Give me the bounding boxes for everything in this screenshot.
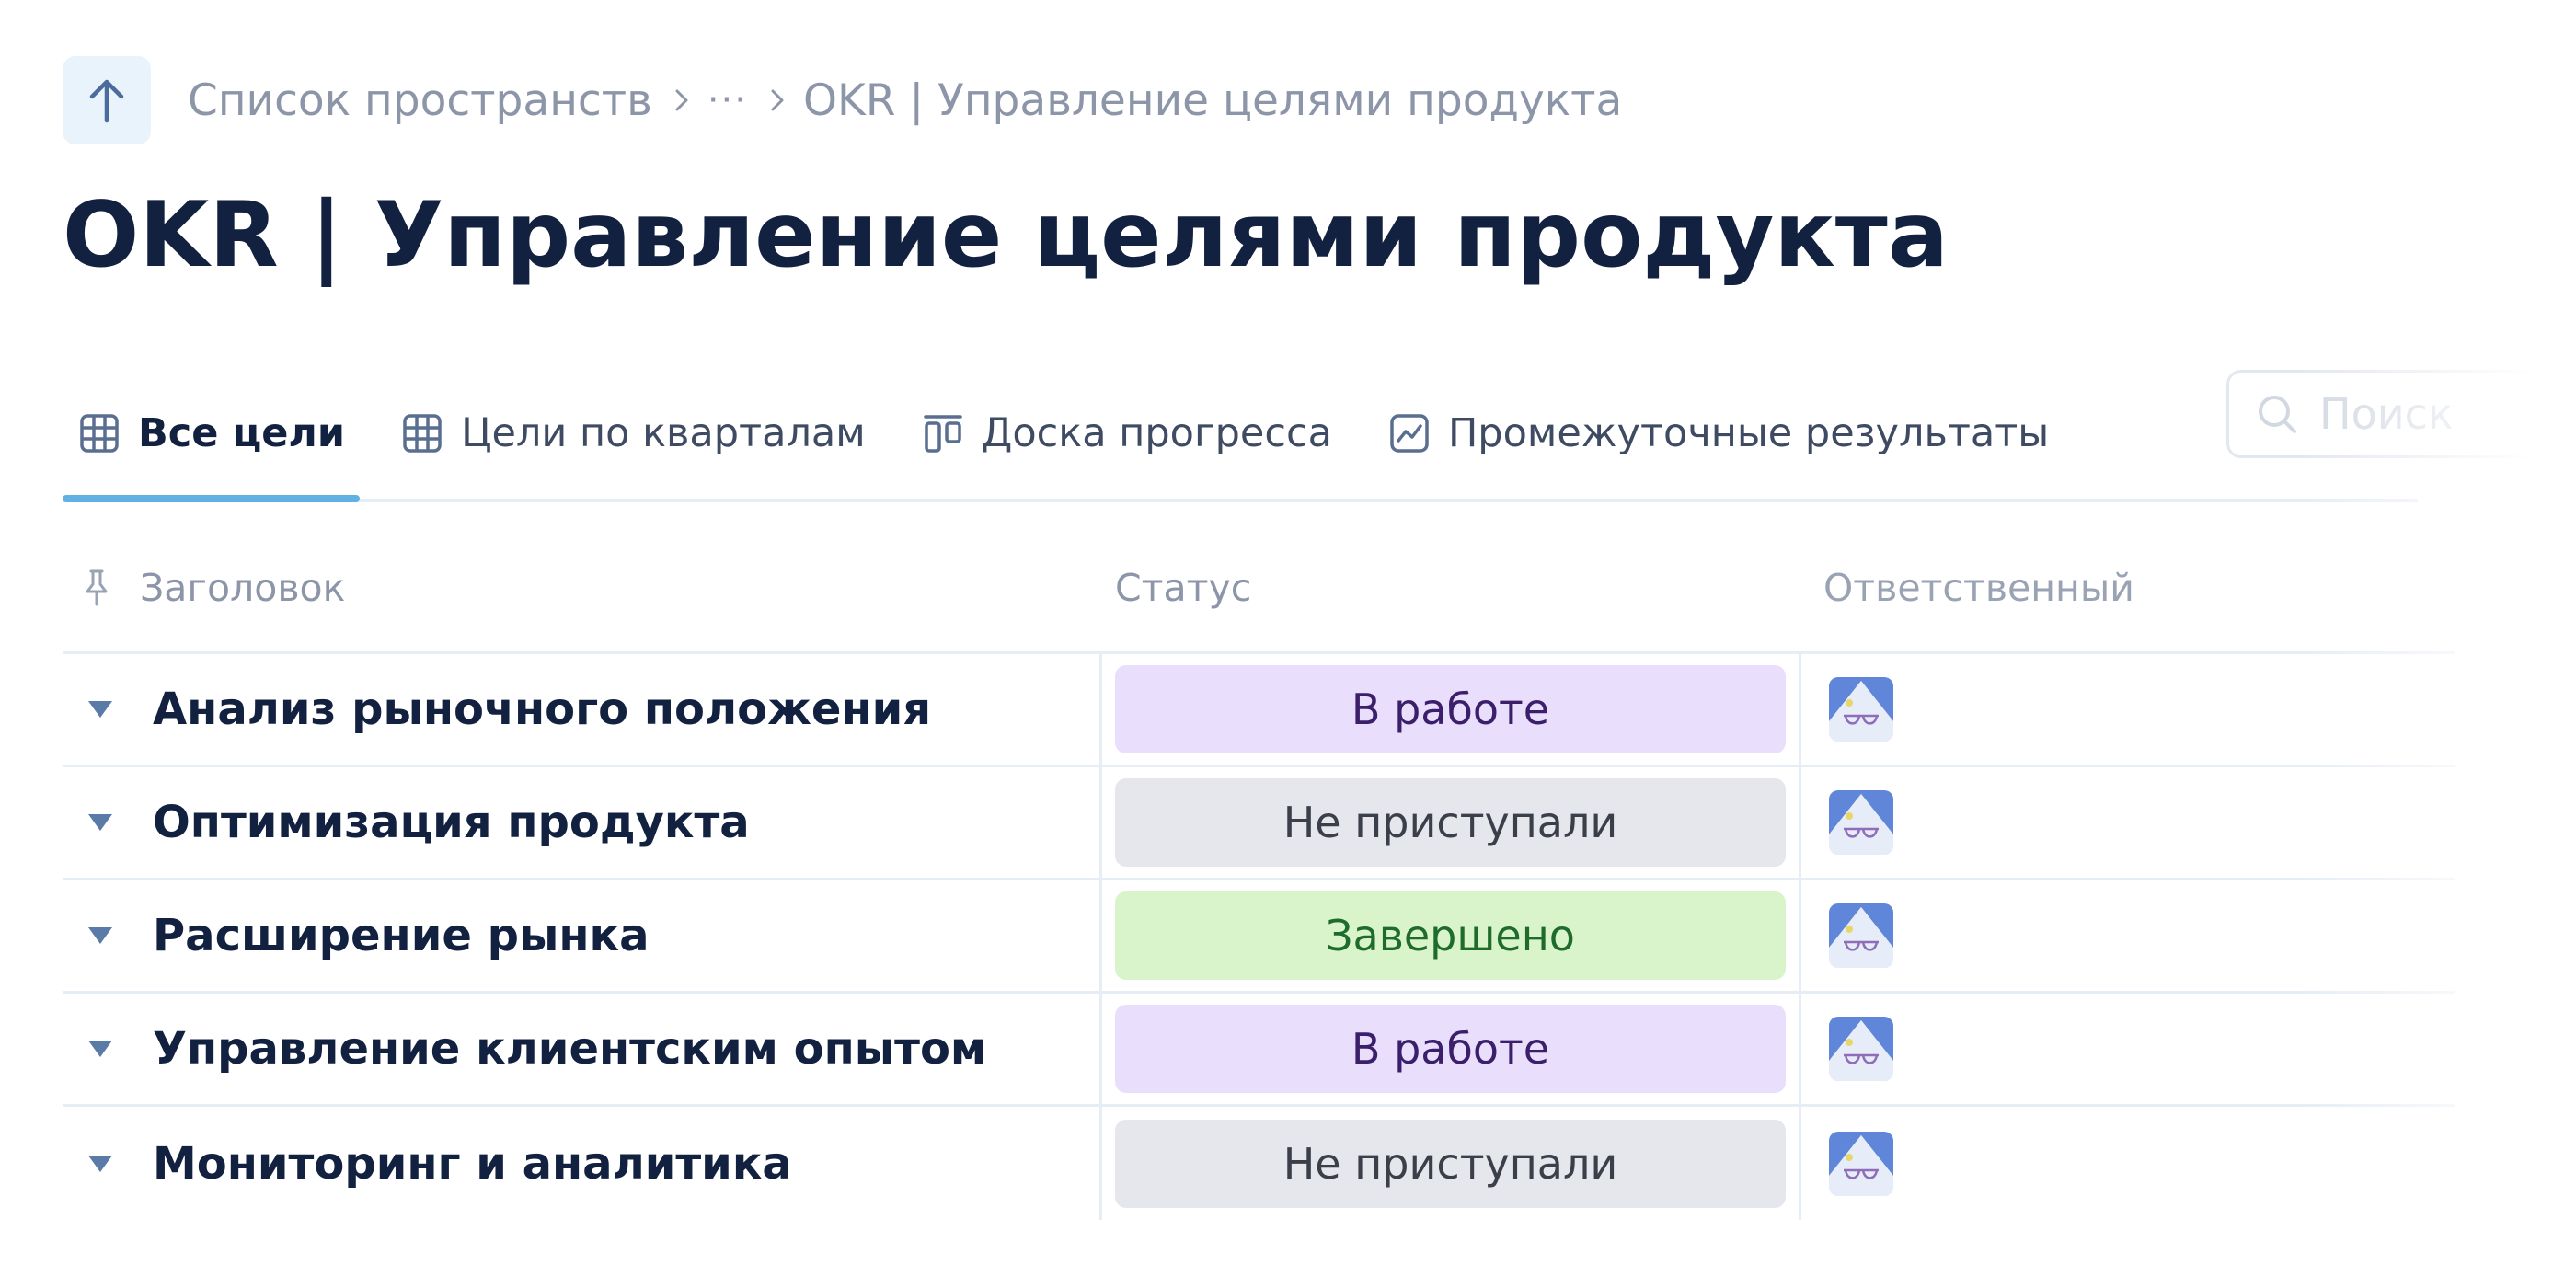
caret-down-icon[interactable] [85,807,116,838]
goals-table: Заголовок Статус Ответственный Анализ ры… [63,524,2455,1220]
caret-down-icon[interactable] [85,1033,116,1064]
arrow-up-icon [89,79,124,123]
status-cell: В работе [1102,654,1801,765]
status-cell: Не приступали [1102,767,1801,878]
page: Список пространств ··· OKR | Управление … [0,0,2576,1288]
search-box[interactable] [2226,370,2576,458]
column-header-owner[interactable]: Ответственный [1801,566,2445,610]
breadcrumb-item-current[interactable]: OKR | Управление целями продукта [803,75,1622,126]
column-header-label: Статус [1115,566,1252,610]
table-icon [79,413,120,454]
title-cell: Анализ рыночного положения [63,654,1102,765]
breadcrumb-ellipsis[interactable]: ··· [707,79,748,121]
status-badge[interactable]: Не приступали [1115,778,1786,867]
owner-cell [1801,767,2445,878]
breadcrumb: Список пространств ··· OKR | Управление … [63,55,1622,145]
column-header-label: Ответственный [1823,566,2134,610]
search-input[interactable] [2317,388,2560,440]
row-title[interactable]: Расширение рынка [153,910,650,961]
caret-down-icon[interactable] [85,694,116,725]
view-tabs: Все цели Цели по кварталам Доска прогрес… [63,368,2418,502]
owner-cell [1801,994,2445,1104]
caret-down-icon[interactable] [85,1148,116,1179]
row-title[interactable]: Анализ рыночного положения [153,684,931,735]
avatar[interactable] [1829,903,1893,968]
row-title[interactable]: Мониторинг и аналитика [153,1138,792,1190]
caret-down-icon[interactable] [85,920,116,951]
tab-intermediate-results[interactable]: Промежуточные результаты [1373,368,2064,499]
status-cell: Завершено [1102,880,1801,991]
chart-icon [1389,413,1430,454]
owner-cell [1801,880,2445,991]
table-row[interactable]: Управление клиентским опытом В работе [63,994,2455,1107]
avatar[interactable] [1829,790,1893,855]
tab-progress-board[interactable]: Доска прогресса [906,368,1347,499]
avatar[interactable] [1829,1131,1893,1196]
tab-label: Промежуточные результаты [1447,410,2050,456]
column-header-title[interactable]: Заголовок [63,566,1102,610]
table-icon [402,413,443,454]
tab-label: Доска прогресса [981,410,1332,456]
title-cell: Оптимизация продукта [63,767,1102,878]
chevron-right-icon [768,86,787,114]
status-badge[interactable]: Не приступали [1115,1119,1786,1208]
title-cell: Мониторинг и аналитика [63,1107,1102,1220]
status-badge[interactable]: В работе [1115,1005,1786,1093]
board-icon [923,413,963,454]
owner-cell [1801,1107,2445,1220]
table-row[interactable]: Расширение рынка Завершено [63,880,2455,994]
page-title: OKR | Управление целями продукта [63,183,1949,288]
breadcrumb-item-spaces[interactable]: Список пространств [188,75,652,126]
title-cell: Управление клиентским опытом [63,994,1102,1104]
owner-cell [1801,654,2445,765]
status-badge[interactable]: В работе [1115,665,1786,753]
table-row[interactable]: Мониторинг и аналитика Не приступали [63,1107,2455,1220]
tab-label: Цели по кварталам [461,410,866,456]
pin-icon [86,569,108,606]
status-cell: В работе [1102,994,1801,1104]
row-title[interactable]: Управление клиентским опытом [153,1023,986,1075]
tab-quarterly-goals[interactable]: Цели по кварталам [385,368,880,499]
table-row[interactable]: Оптимизация продукта Не приступали [63,767,2455,880]
table-header: Заголовок Статус Ответственный [63,524,2455,654]
avatar[interactable] [1829,677,1893,742]
title-cell: Расширение рынка [63,880,1102,991]
column-header-status[interactable]: Статус [1102,566,1801,610]
table-row[interactable]: Анализ рыночного положения В работе [63,654,2455,767]
tab-all-goals[interactable]: Все цели [63,368,361,502]
tab-label: Все цели [138,410,346,456]
search-icon [2259,396,2296,433]
chevron-right-icon [673,86,691,114]
status-badge[interactable]: Завершено [1115,891,1786,980]
row-title[interactable]: Оптимизация продукта [153,797,750,848]
avatar[interactable] [1829,1017,1893,1081]
column-header-label: Заголовок [140,566,346,610]
status-cell: Не приступали [1102,1107,1801,1220]
up-button[interactable] [63,56,151,144]
